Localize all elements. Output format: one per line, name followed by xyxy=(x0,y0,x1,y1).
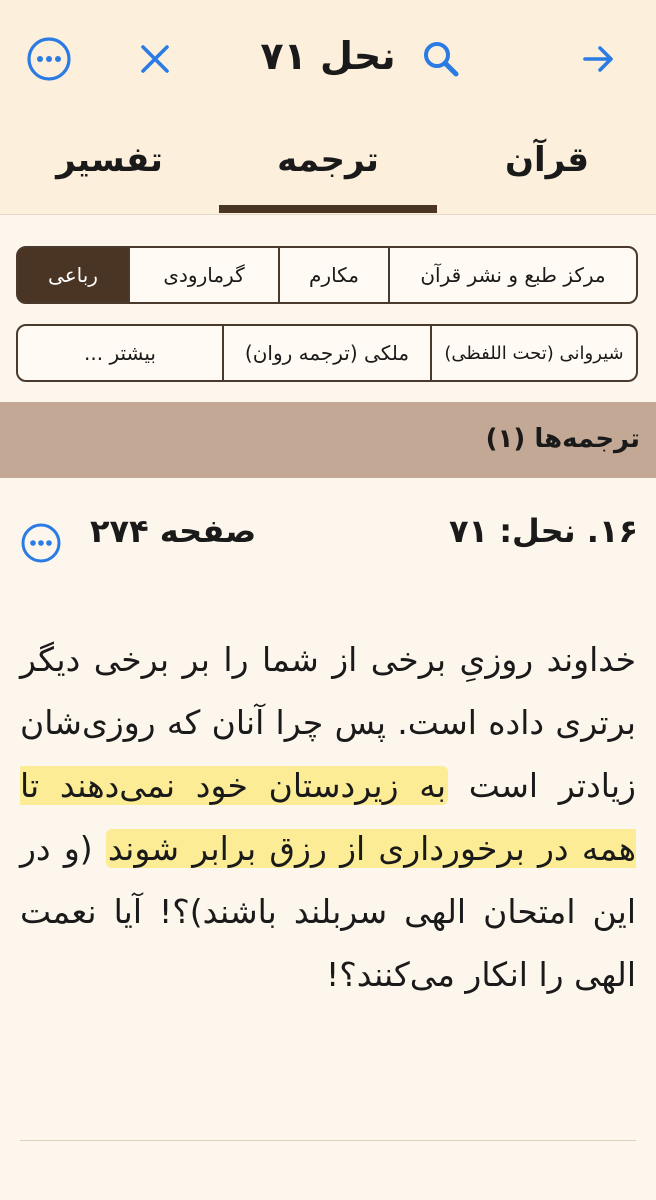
verse-reference: ۱۶. نحل: ۷۱ xyxy=(449,512,638,550)
active-tab-indicator xyxy=(219,205,437,213)
app-header: نحل ۷۱ قرآن ترجمه تفسیر xyxy=(0,0,656,215)
translator-robaei[interactable]: رباعی xyxy=(16,246,130,304)
more-translators-button[interactable]: بیشتر ... xyxy=(16,324,224,382)
translator-maleki[interactable]: ملکی (ترجمه روان) xyxy=(222,324,432,382)
tab-translation[interactable]: ترجمه xyxy=(219,118,437,214)
translator-shirvani[interactable]: شیروانی (تحت اللفظی) xyxy=(430,324,638,382)
verse-translation: خداوند روزیِ برخی از شما را بر برخی دیگر… xyxy=(20,628,636,1006)
arrow-right-icon xyxy=(583,46,613,72)
translator-garmaroudi[interactable]: گرمارودی xyxy=(128,246,280,304)
page-title: نحل ۷۱ xyxy=(260,34,396,78)
translator-row-2: شیروانی (تحت اللفظی) ملکی (ترجمه روان) ب… xyxy=(16,324,638,382)
translator-markaz[interactable]: مرکز طبع و نشر قرآن xyxy=(388,246,638,304)
translator-row-1: مرکز طبع و نشر قرآن مکارم گرمارودی رباعی xyxy=(16,246,638,304)
page-number: صفحه ۲۷۴ xyxy=(90,512,257,550)
section-header: ترجمه‌ها (۱) xyxy=(0,402,656,478)
translator-makarem[interactable]: مکارم xyxy=(278,246,390,304)
verse-more-button[interactable] xyxy=(20,522,62,568)
top-bar: نحل ۷۱ xyxy=(0,0,656,115)
close-button[interactable] xyxy=(130,34,180,84)
forward-button[interactable] xyxy=(574,34,624,84)
tab-quran[interactable]: قرآن xyxy=(438,118,656,214)
tab-tafsir[interactable]: تفسیر xyxy=(0,118,219,214)
more-horizontal-icon xyxy=(21,523,61,563)
section-title: ترجمه‌ها (۱) xyxy=(485,424,640,454)
verse-header: ۱۶. نحل: ۷۱ صفحه ۲۷۴ xyxy=(0,500,656,580)
divider xyxy=(20,1140,636,1141)
tab-bar: قرآن ترجمه تفسیر xyxy=(0,118,656,214)
close-icon xyxy=(141,45,169,73)
more-horizontal-icon xyxy=(27,37,71,81)
more-button[interactable] xyxy=(24,34,74,84)
